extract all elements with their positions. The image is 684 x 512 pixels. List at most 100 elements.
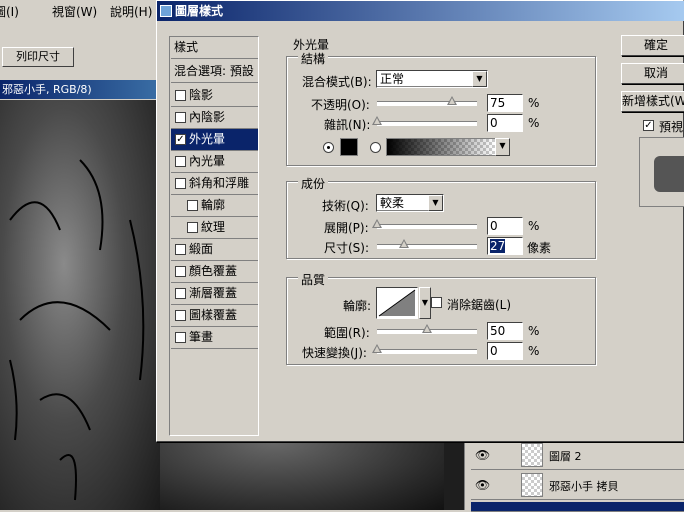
sidebar-item[interactable]: 漸層覆蓋 [171, 283, 258, 305]
sidebar-item-label: 外光暈 [189, 132, 226, 146]
opacity-unit: % [528, 96, 540, 110]
sidebar-item-checkbox[interactable] [175, 90, 186, 101]
layer-thumbnail [521, 473, 543, 497]
layer-row-selected[interactable] [471, 502, 684, 512]
preview-label: 預視(V) [659, 120, 684, 134]
contour-picker[interactable] [376, 287, 418, 319]
sidebar-item-checkbox[interactable] [175, 310, 186, 321]
style-preview [639, 137, 684, 207]
layers-panel: 👁 圖層 2 👁 邪惡小手 拷貝 [464, 440, 684, 512]
sidebar-item[interactable]: 紋理 [171, 217, 258, 239]
chevron-down-icon[interactable]: ▼ [472, 71, 487, 87]
slider-thumb[interactable] [372, 116, 382, 125]
sidebar-item[interactable]: 陰影 [171, 85, 258, 107]
sidebar-item-checkbox[interactable]: ✓ [175, 134, 186, 145]
sidebar-item[interactable]: 斜角和浮雕 [171, 173, 258, 195]
jitter-unit: % [528, 344, 540, 358]
sidebar-item-checkbox[interactable] [187, 222, 198, 233]
solid-color-radio[interactable] [323, 142, 334, 153]
print-size-button[interactable]: 列印尺寸 [2, 47, 74, 67]
sidebar-item-label: 斜角和浮雕 [189, 176, 250, 190]
menu-image[interactable]: 圖(I) [0, 3, 19, 20]
chevron-down-icon[interactable]: ▼ [419, 287, 431, 319]
ok-button[interactable]: 確定 [621, 35, 684, 56]
glow-gradient-swatch[interactable] [386, 138, 496, 156]
glow-color-swatch[interactable] [340, 138, 358, 156]
sidebar-item-label: 輪廓 [201, 198, 226, 212]
sidebar-item-checkbox[interactable] [175, 178, 186, 189]
layer-row[interactable]: 👁 邪惡小手 拷貝 [471, 470, 684, 500]
slider-thumb[interactable] [422, 324, 432, 333]
menu-help[interactable]: 說明(H) [110, 3, 152, 20]
quality-title: 品質 [298, 271, 329, 288]
sidebar-item-label: 內光暈 [189, 154, 226, 168]
sidebar-item-blend-options[interactable]: 混合選項: 預設 [171, 61, 258, 83]
sidebar-item-label: 緞面 [189, 242, 214, 256]
sidebar-item[interactable]: 內陰影 [171, 107, 258, 129]
sidebar-item[interactable]: ✓ 外光暈 [171, 129, 258, 151]
sidebar-header[interactable]: 樣式 [171, 37, 258, 59]
chevron-down-icon[interactable]: ▼ [428, 195, 443, 211]
spread-field[interactable]: 0 [487, 217, 523, 235]
scroll-area [444, 440, 464, 510]
sidebar-item-label: 圖樣覆蓋 [189, 308, 238, 322]
opacity-field[interactable]: 75 [487, 94, 523, 112]
gradient-radio[interactable] [370, 142, 381, 153]
sidebar-item-label: 漸層覆蓋 [189, 286, 238, 300]
antialias-checkbox[interactable] [431, 297, 442, 308]
sidebar-item-checkbox[interactable] [187, 200, 198, 211]
preview-checkbox[interactable]: ✓ [643, 120, 654, 131]
opacity-slider[interactable] [377, 96, 477, 106]
layer-name: 圖層 2 [549, 450, 582, 463]
slider-thumb[interactable] [372, 219, 382, 228]
layer-row[interactable]: 👁 圖層 2 [471, 440, 684, 470]
blend-mode-select[interactable]: 正常 ▼ [376, 70, 488, 88]
styles-sidebar: 樣式 混合選項: 預設 陰影 內陰影 ✓ 外光暈 內光暈 斜角和浮雕 輪廓 紋理 緞面 顏色覆蓋漸… [169, 36, 259, 436]
range-slider[interactable] [377, 324, 477, 334]
menu-window[interactable]: 視窗(W) [52, 3, 97, 20]
noise-slider[interactable] [372, 116, 477, 126]
contour-linear-icon [378, 289, 416, 317]
sidebar-item-checkbox[interactable] [175, 244, 186, 255]
chevron-down-icon[interactable]: ▼ [495, 138, 510, 156]
antialias-label: 消除鋸齒(L) [447, 298, 512, 312]
sidebar-item-label: 陰影 [189, 88, 214, 102]
cancel-button[interactable]: 取消 [621, 63, 684, 84]
sidebar-item[interactable]: 圖樣覆蓋 [171, 305, 258, 327]
preview-swatch [654, 156, 684, 192]
slider-thumb[interactable] [372, 344, 382, 353]
spread-slider[interactable] [372, 219, 477, 229]
sidebar-item[interactable]: 輪廓 [171, 195, 258, 217]
size-unit: 像素 [527, 241, 552, 255]
size-slider[interactable] [377, 239, 477, 249]
eye-icon[interactable]: 👁 [475, 478, 493, 492]
document-canvas[interactable] [0, 100, 160, 510]
dialog-icon [160, 5, 172, 17]
sidebar-item[interactable]: 顏色覆蓋 [171, 261, 258, 283]
dialog-titlebar[interactable]: 圖層樣式 [157, 1, 684, 21]
opacity-label: 不透明(O): [311, 98, 370, 112]
range-label: 範圍(R): [324, 326, 370, 340]
sidebar-item[interactable]: 緞面 [171, 239, 258, 261]
jitter-label: 快速變換(J): [302, 346, 367, 360]
noise-field[interactable]: 0 [487, 114, 523, 132]
layer-thumbnail [521, 443, 543, 467]
sidebar-item-checkbox[interactable] [175, 156, 186, 167]
eye-icon[interactable]: 👁 [475, 448, 493, 462]
noise-unit: % [528, 116, 540, 130]
slider-thumb[interactable] [447, 96, 457, 105]
technique-select[interactable]: 較柔 ▼ [376, 194, 444, 212]
new-style-button[interactable]: 新增樣式(W)... [621, 91, 684, 112]
sidebar-item[interactable]: 筆畫 [171, 327, 258, 349]
range-field[interactable]: 50 [487, 322, 523, 340]
sidebar-item[interactable]: 內光暈 [171, 151, 258, 173]
jitter-slider[interactable] [372, 344, 477, 354]
size-field[interactable]: 27 [487, 237, 523, 255]
sidebar-item-checkbox[interactable] [175, 112, 186, 123]
slider-thumb[interactable] [399, 239, 409, 248]
sidebar-item-checkbox[interactable] [175, 332, 186, 343]
technique-label: 技術(Q): [322, 199, 369, 213]
sidebar-item-checkbox[interactable] [175, 266, 186, 277]
sidebar-item-checkbox[interactable] [175, 288, 186, 299]
jitter-field[interactable]: 0 [487, 342, 523, 360]
